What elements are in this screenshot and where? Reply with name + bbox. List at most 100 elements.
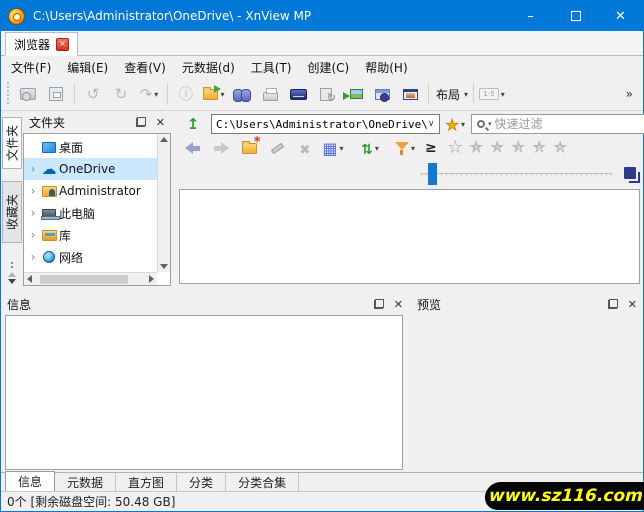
close-button[interactable]: ✕ — [598, 1, 643, 31]
file-list-view[interactable] — [179, 189, 640, 284]
scroll-left-icon[interactable] — [27, 275, 32, 283]
convert-button[interactable] — [313, 81, 339, 107]
toolbar-grip[interactable] — [5, 82, 11, 106]
rename-button[interactable] — [264, 135, 290, 161]
rating-star-icon[interactable]: 5 — [550, 137, 571, 159]
rating-star-icon[interactable]: 4 — [529, 137, 550, 159]
menu-item[interactable]: 查看(V) — [116, 57, 174, 78]
rating-star-icon[interactable]: 1 — [466, 137, 487, 159]
float-panel-icon[interactable] — [135, 117, 146, 127]
chevron-down-icon[interactable]: ∨ — [428, 119, 435, 129]
forward-button[interactable] — [208, 135, 234, 161]
layout-button[interactable]: 布局 ▾ — [434, 81, 468, 107]
rating-star-icon[interactable] — [445, 137, 466, 159]
bottom-tab[interactable]: 分类 — [177, 473, 227, 491]
rotate-left-button[interactable]: ↺ — [80, 81, 106, 107]
float-panel-icon[interactable] — [607, 299, 618, 309]
menu-item[interactable]: 创建(C) — [300, 57, 358, 78]
menu-item[interactable]: 帮助(H) — [357, 57, 415, 78]
quick-filter-box[interactable]: ▾ ... — [470, 114, 644, 134]
batch-convert-button[interactable] — [341, 81, 367, 107]
tab-browser[interactable]: 浏览器 — [5, 32, 79, 56]
menu-item[interactable]: 工具(T) — [243, 57, 300, 78]
open-folder-button[interactable]: ▾ — [201, 81, 227, 107]
side-tab-strip: 文件夹 收藏夹 — [1, 111, 23, 286]
bottom-tab[interactable]: 分类合集 — [226, 473, 300, 491]
scroll-up-icon[interactable] — [160, 137, 168, 142]
collapse-down-icon[interactable] — [8, 279, 16, 284]
collapse-up-icon[interactable] — [8, 272, 16, 277]
info-button[interactable] — [173, 81, 199, 107]
close-panel-icon[interactable]: ✕ — [626, 298, 639, 311]
filter-button[interactable]: ▾ — [392, 135, 418, 161]
float-panel-icon[interactable] — [373, 299, 384, 309]
scroll-down-icon[interactable] — [160, 264, 168, 269]
side-tab-favorites[interactable]: 收藏夹 — [2, 181, 22, 243]
search-button[interactable] — [229, 81, 255, 107]
bottom-tab[interactable]: 信息 — [5, 472, 56, 491]
range-button[interactable]: 1-5 ▾ — [479, 81, 505, 107]
tree-item[interactable]: 库 — [24, 224, 157, 246]
capture-button[interactable] — [369, 81, 395, 107]
close-panel-icon[interactable]: ✕ — [154, 116, 167, 129]
expander-icon[interactable] — [27, 250, 39, 264]
transform-button[interactable]: ↷ ▾ — [136, 81, 162, 107]
dropdown-arrow-icon: ▾ — [374, 143, 379, 153]
fullscreen-button[interactable] — [43, 81, 69, 107]
thumbnail-size-track[interactable] — [421, 173, 612, 176]
close-panel-icon[interactable]: ✕ — [392, 298, 405, 311]
menu-item[interactable]: 元数据(d) — [174, 57, 243, 78]
bottom-tab[interactable]: 直方图 — [116, 473, 178, 491]
rotate-right-button[interactable]: ↻ — [108, 81, 134, 107]
view-mode-button[interactable]: ▾ — [320, 135, 346, 161]
rating-ge-symbol[interactable]: ≥ — [425, 140, 437, 156]
scrollbar-thumb[interactable] — [40, 275, 128, 284]
tree-item[interactable]: 桌面 — [24, 136, 157, 158]
minimize-button[interactable]: – — [508, 1, 553, 31]
search-options-arrow-icon[interactable]: ▾ — [488, 120, 492, 128]
new-folder-button[interactable] — [236, 135, 262, 161]
info-content — [5, 315, 403, 470]
maximize-button[interactable] — [553, 1, 598, 31]
expander-icon[interactable] — [27, 162, 39, 176]
tab-close-icon[interactable] — [56, 37, 70, 51]
fullscreen-icon — [49, 87, 63, 101]
tree-item[interactable]: Administrator — [24, 180, 157, 202]
sort-button[interactable]: ▾ — [357, 135, 383, 161]
favorites-button[interactable]: ▾ — [444, 115, 467, 134]
bottom-tab[interactable]: 元数据 — [55, 473, 117, 491]
tree-item[interactable]: 此电脑 — [24, 202, 157, 224]
menu-item[interactable]: 文件(F) — [3, 57, 59, 78]
print-button[interactable] — [257, 81, 283, 107]
menu-item[interactable]: 编辑(E) — [59, 57, 116, 78]
rating-star-icon[interactable]: 2 — [487, 137, 508, 159]
horizontal-scrollbar[interactable] — [24, 272, 157, 285]
rating-star-icon[interactable]: 3 — [508, 137, 529, 159]
quick-filter-input[interactable] — [494, 117, 644, 131]
tree-item-label: 网络 — [59, 250, 84, 265]
tree-item[interactable]: 网络 — [24, 246, 157, 268]
thumbnail-size-slider[interactable] — [428, 163, 437, 185]
horizontal-splitter[interactable] — [1, 286, 643, 293]
expander-icon[interactable] — [27, 184, 39, 198]
delete-button[interactable] — [292, 135, 318, 161]
slideshow-icon — [402, 88, 418, 100]
expander-icon[interactable] — [27, 206, 39, 220]
pane-toggle-icon[interactable] — [624, 167, 640, 183]
delete-icon — [300, 139, 311, 158]
view-image-button[interactable] — [15, 81, 41, 107]
go-up-button[interactable] — [180, 111, 206, 137]
scroll-right-icon[interactable] — [149, 275, 154, 283]
back-button[interactable] — [180, 135, 206, 161]
splitter-dots[interactable] — [11, 262, 13, 270]
toolbar-overflow-button[interactable]: » — [620, 87, 639, 101]
vertical-scrollbar[interactable] — [157, 134, 170, 272]
preview-content — [411, 315, 643, 472]
folders-panel-title: 文件夹 — [29, 115, 66, 130]
tree-item[interactable]: OneDrive — [24, 158, 157, 180]
path-combobox[interactable]: C:\Users\Administrator\OneDrive\ ∨ — [211, 114, 440, 134]
expander-icon[interactable] — [27, 228, 39, 242]
side-tab-folders[interactable]: 文件夹 — [2, 117, 22, 169]
slideshow-button[interactable] — [397, 81, 423, 107]
scan-button[interactable] — [285, 81, 311, 107]
